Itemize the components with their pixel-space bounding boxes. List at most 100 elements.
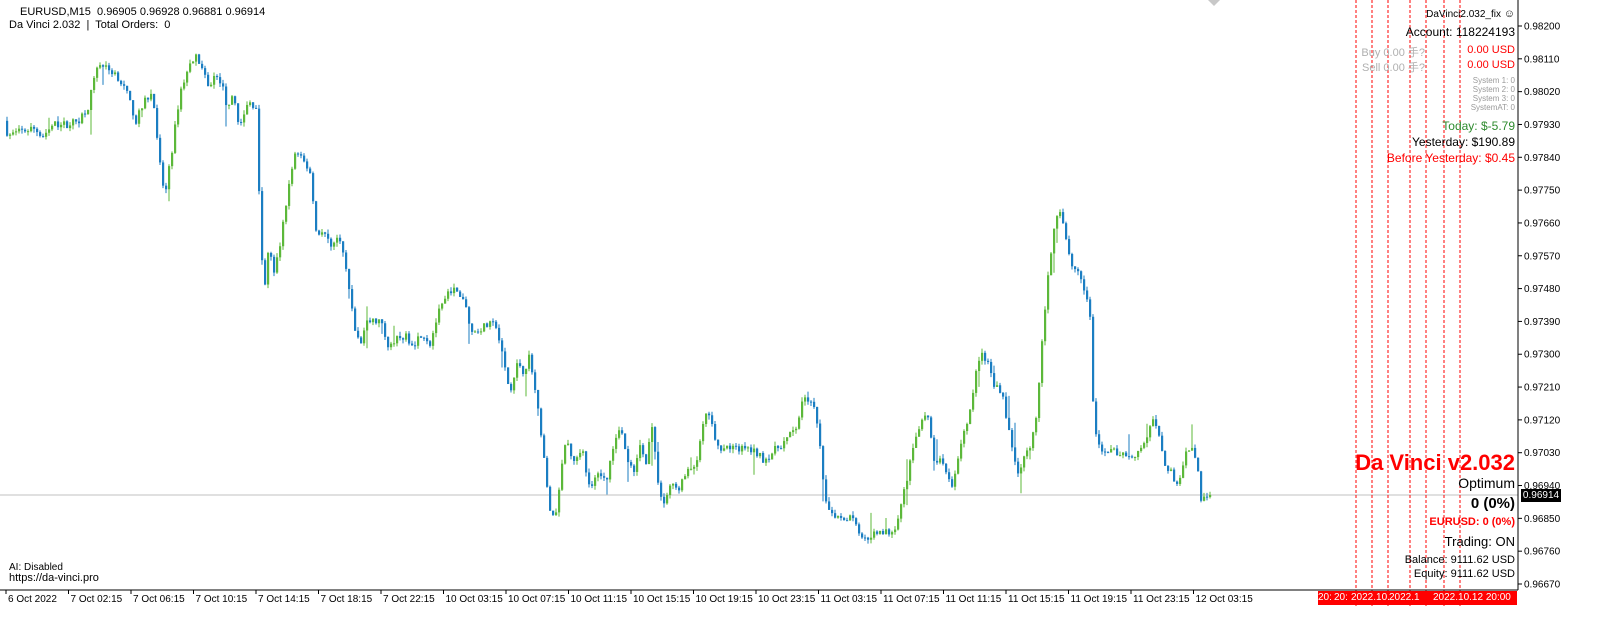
candle-body <box>306 161 309 169</box>
candle-body <box>387 336 390 348</box>
candle-body <box>1008 417 1011 431</box>
candle-body <box>498 327 501 341</box>
symbol-info: EURUSD,M15 0.96905 0.96928 0.96881 0.969… <box>20 6 266 18</box>
candle-body <box>1104 451 1107 453</box>
candle-body <box>1089 299 1092 317</box>
candle-body <box>762 452 765 463</box>
candle-body <box>1041 341 1044 383</box>
price-chart[interactable]: 0.98200 0.98110 0.98020 0.97930 0.97840 0.977… <box>0 0 1601 624</box>
candle-body <box>645 454 648 464</box>
candle-body <box>654 427 657 452</box>
candle-body <box>759 452 762 457</box>
candle-body <box>276 257 279 273</box>
price-label: 0.97390 <box>1524 317 1561 328</box>
candle-body <box>285 205 288 222</box>
candle-body <box>1164 450 1167 466</box>
candle-body <box>819 423 822 447</box>
candle-body <box>72 119 75 126</box>
candle-body <box>75 119 78 122</box>
candle-body <box>1113 448 1116 450</box>
date-badge-2: 20: <box>1334 591 1352 605</box>
candle-body <box>939 458 942 463</box>
candle-body <box>1002 392 1005 397</box>
candle-body <box>1092 316 1095 402</box>
candle-body <box>315 201 318 231</box>
candle-body <box>492 321 495 323</box>
candle-body <box>1203 496 1206 501</box>
candle-body <box>531 354 534 373</box>
candle-body <box>678 487 681 491</box>
candle-body <box>444 298 447 304</box>
website-link[interactable]: https://da-vinci.pro <box>9 572 99 585</box>
candle-body <box>816 407 819 424</box>
axes-layer: 0.98200 0.98110 0.98020 0.97930 0.97840 0.977… <box>0 0 1561 605</box>
candle-body <box>57 121 60 128</box>
candle-body <box>63 121 66 125</box>
candle-body <box>855 518 858 525</box>
candle-body <box>1083 279 1086 291</box>
candle-body <box>1140 447 1143 452</box>
candle-body <box>1116 448 1119 456</box>
candle-body <box>1170 469 1173 471</box>
candle-body <box>237 103 240 122</box>
candle-body <box>579 452 582 458</box>
chart-area[interactable]: 0.98200 0.98110 0.98020 0.97930 0.97840 0.977… <box>0 0 1601 624</box>
price-label: 0.96850 <box>1524 514 1561 525</box>
candle-body <box>108 65 111 71</box>
candle-body <box>1158 425 1161 436</box>
candle-body <box>996 385 999 387</box>
system-at: SystemAT: 0 <box>1470 103 1515 112</box>
candle-body <box>303 155 306 162</box>
candle-body <box>843 517 846 521</box>
candle-body <box>534 372 537 390</box>
candle-body <box>882 530 885 535</box>
candle-body <box>96 67 99 78</box>
today-profit: Today: $-5.79 <box>1442 119 1515 133</box>
candle-body <box>543 435 546 458</box>
candle-body <box>747 447 750 449</box>
candle-body <box>405 333 408 340</box>
candle-body <box>369 320 372 323</box>
candle-body <box>786 437 789 442</box>
candle-body <box>846 520 849 522</box>
time-label: 11 Oct 03:15 <box>821 594 878 605</box>
candle-body <box>27 131 30 133</box>
candle-body <box>120 80 123 85</box>
candle-body <box>342 241 345 253</box>
candle-body <box>105 65 108 67</box>
candle-body <box>486 323 489 327</box>
system-2: System 2: 0 <box>1472 85 1515 94</box>
candle-body <box>441 303 444 309</box>
candle-body <box>495 321 498 328</box>
candle-body <box>480 331 483 333</box>
candle-body <box>639 445 642 459</box>
time-label: 10 Oct 07:15 <box>508 594 566 605</box>
candle-body <box>423 337 426 339</box>
candle-body <box>102 65 105 67</box>
candle-body <box>159 137 162 163</box>
candle-body <box>78 121 81 124</box>
candle-body <box>1197 457 1200 472</box>
system-3: System 3: 0 <box>1472 94 1515 103</box>
candle-body <box>903 489 906 505</box>
date-badge-3: 2022.10. <box>1351 591 1389 605</box>
candle-body <box>1107 452 1110 454</box>
candle-body <box>291 168 294 184</box>
candle-body <box>483 323 486 332</box>
time-label: 11 Oct 19:15 <box>1071 594 1128 605</box>
candle-body <box>126 85 129 91</box>
candle-body <box>12 132 15 135</box>
candle-body <box>375 318 378 324</box>
candle-body <box>360 337 363 344</box>
candle-body <box>909 460 912 481</box>
candle-body <box>1071 253 1074 267</box>
candle-body <box>249 102 252 105</box>
candle-body <box>822 446 825 480</box>
candle-body <box>642 445 645 455</box>
candle-body <box>294 153 297 169</box>
candle-body <box>987 360 990 362</box>
candle-body <box>84 113 87 115</box>
candle-body <box>378 319 381 324</box>
candle-body <box>1062 212 1065 224</box>
chart-shift-marker[interactable] <box>1208 0 1220 6</box>
